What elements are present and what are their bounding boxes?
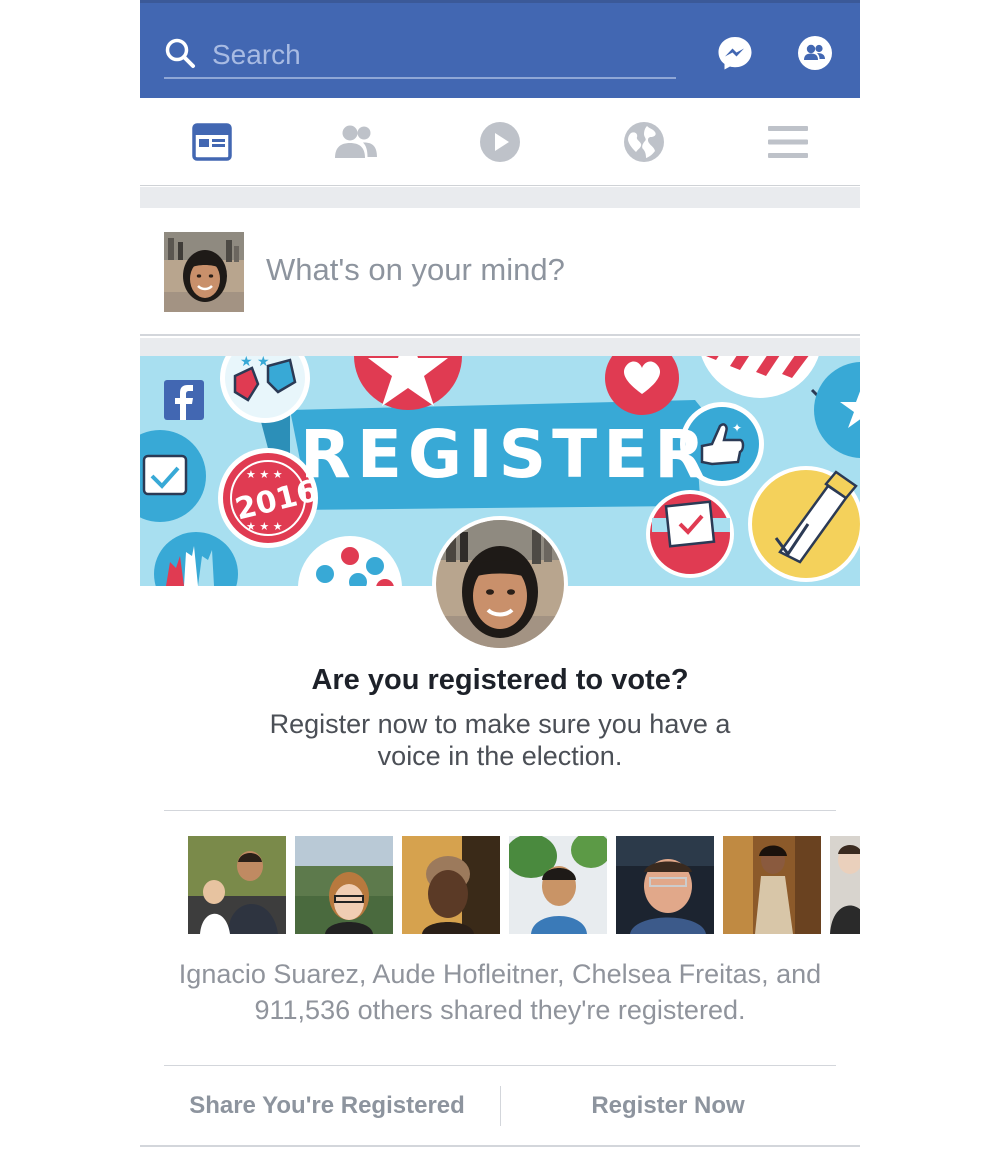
card-headline: Are you registered to vote? xyxy=(311,664,689,696)
video-icon xyxy=(480,122,520,162)
divider xyxy=(164,810,836,811)
menu-icon xyxy=(768,126,808,158)
tab-bar xyxy=(140,98,860,186)
tab-menu[interactable] xyxy=(716,98,860,186)
search-icon xyxy=(165,38,195,68)
feed-separator xyxy=(140,338,860,356)
user-photo xyxy=(436,520,564,648)
phone-screen: What's on your mind? ★ ★ xyxy=(140,0,860,1150)
share-registered-button[interactable]: Share You're Registered xyxy=(164,1066,490,1146)
feed-separator xyxy=(140,187,860,208)
friend-photo[interactable] xyxy=(830,836,860,934)
card-actions: Share You're Registered Register Now xyxy=(164,1066,836,1146)
messenger-icon[interactable] xyxy=(716,34,754,72)
friends-icon xyxy=(335,125,377,158)
divider xyxy=(140,1145,860,1147)
friend-photo[interactable] xyxy=(402,836,500,934)
friend-photo[interactable] xyxy=(295,836,393,934)
tab-news-feed[interactable] xyxy=(140,98,284,186)
register-now-button[interactable]: Register Now xyxy=(500,1066,836,1146)
voter-registration-card: ★ ★ ★ ★ ★ ★ ★ ★ 2016 ✦ REGISTER Are you … xyxy=(140,356,860,1150)
card-subtitle: Register now to make sure you have a voi… xyxy=(269,709,731,771)
friend-photo[interactable] xyxy=(509,836,607,934)
tab-notifications[interactable] xyxy=(572,98,716,186)
search-input[interactable] xyxy=(212,35,652,75)
avatar[interactable] xyxy=(164,232,244,312)
friend-photo[interactable] xyxy=(188,836,286,934)
top-bar xyxy=(140,0,860,98)
svg-text:✦: ✦ xyxy=(732,421,742,435)
status-prompt[interactable]: What's on your mind? xyxy=(266,252,565,288)
globe-icon xyxy=(624,122,664,162)
status-composer[interactable]: What's on your mind? xyxy=(140,208,860,336)
friend-photo[interactable] xyxy=(723,836,821,934)
search-bar[interactable] xyxy=(164,33,676,79)
friends-photo-strip xyxy=(188,836,860,934)
user-photo xyxy=(164,232,244,312)
friend-photo[interactable] xyxy=(616,836,714,934)
friend-requests-icon[interactable] xyxy=(796,34,834,72)
tab-video[interactable] xyxy=(428,98,572,186)
news-feed-icon xyxy=(192,123,232,161)
friends-registered-summary: Ignacio Suarez, Aude Hofleitner, Chelsea… xyxy=(178,959,822,1025)
svg-text:★ ★ ★: ★ ★ ★ xyxy=(246,468,283,481)
banner-title: REGISTER xyxy=(300,416,712,493)
svg-text:★ ★: ★ ★ xyxy=(240,356,270,370)
tab-friends[interactable] xyxy=(284,98,428,186)
profile-picture xyxy=(432,516,568,652)
